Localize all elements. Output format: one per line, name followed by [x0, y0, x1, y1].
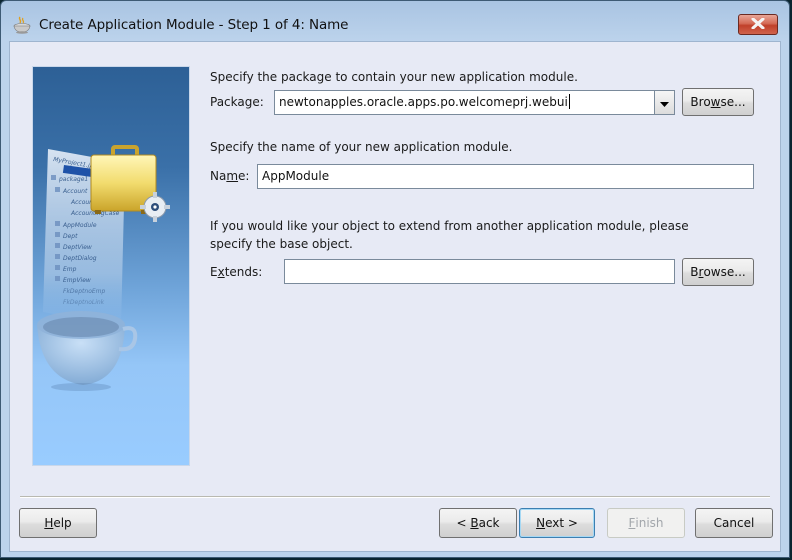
wizard-body: MyProject1.jpr package1 Account AccountI… [9, 41, 781, 552]
svg-text:DeptView: DeptView [63, 244, 92, 251]
browse-label-post: owse... [703, 265, 746, 279]
chevron-down-icon [660, 96, 669, 110]
extends-label-post: tends: [224, 265, 263, 279]
svg-text:FkDeptnoLink: FkDeptnoLink [63, 299, 105, 306]
java-coffee-cup-icon [12, 16, 32, 34]
help-button[interactable]: Help [19, 508, 97, 538]
cancel-button[interactable]: Cancel [695, 508, 773, 538]
window-title: Create Application Module - Step 1 of 4:… [39, 17, 349, 33]
name-input[interactable]: AppModule [257, 164, 754, 189]
svg-text:Emp: Emp [63, 266, 77, 273]
back-label: ack [478, 516, 500, 530]
back-mnemonic: B [470, 516, 479, 530]
coffee-cup-illustration [37, 311, 138, 391]
next-mnemonic: N [536, 516, 546, 530]
help-label: elp [53, 516, 72, 530]
extends-description-line2: specify the base object. [210, 237, 353, 251]
text-caret [568, 94, 570, 109]
extends-label-mnemonic: x [217, 265, 225, 279]
package-input[interactable]: newtonapples.oracle.apps.po.welcomeprj.w… [274, 90, 655, 115]
extends-label: Extends: [210, 265, 262, 279]
name-label-mnemonic: m [226, 169, 239, 183]
svg-text:package1: package1 [58, 176, 88, 183]
next-button[interactable]: Next > [519, 508, 595, 538]
name-label-post: e: [238, 169, 250, 183]
browse-mnemonic: w [710, 95, 721, 109]
svg-text:FkDeptnoEmp: FkDeptnoEmp [63, 288, 106, 295]
finish-label: inish [635, 516, 664, 530]
package-browse-button[interactable]: Bro w se... [682, 88, 754, 116]
extends-label-pre: E [210, 265, 218, 279]
extends-description-line1: If you would like your object to extend … [210, 219, 689, 233]
name-label: Name: [210, 169, 249, 183]
name-value: AppModule [262, 169, 330, 183]
extends-browse-button[interactable]: Br owse... [682, 258, 754, 286]
close-button[interactable] [738, 14, 778, 35]
svg-text:AppModule: AppModule [62, 222, 97, 229]
button-bar-separator [20, 496, 770, 498]
browse-label-post: se... [720, 95, 746, 109]
wizard-illustration: MyProject1.jpr package1 Account AccountI… [32, 66, 190, 466]
browse-label-pre: Bro [690, 95, 711, 109]
cancel-label: Cancel [713, 516, 755, 530]
package-description: Specify the package to contain your new … [210, 70, 578, 84]
package-label: Package: [210, 95, 264, 109]
svg-text:EmpView: EmpView [63, 277, 91, 284]
svg-text:Dept: Dept [63, 233, 78, 240]
back-arrow-text: < [456, 516, 471, 530]
package-value: newtonapples.oracle.apps.po.welcomeprj.w… [279, 95, 568, 109]
finish-button[interactable]: Finish [607, 508, 685, 538]
wizard-window: Create Application Module - Step 1 of 4:… [0, 0, 790, 558]
svg-text:DeptDialog: DeptDialog [63, 255, 97, 262]
name-description: Specify the name of your new application… [210, 140, 513, 154]
title-bar[interactable]: Create Application Module - Step 1 of 4:… [1, 1, 789, 41]
back-button[interactable]: < Back [439, 508, 517, 538]
finish-mnemonic: F [628, 516, 636, 530]
next-label: ext > [545, 516, 578, 530]
package-dropdown-button[interactable] [654, 90, 675, 115]
svg-text:Account: Account [62, 188, 88, 195]
close-icon [751, 17, 765, 32]
browse-label-pre: B [690, 265, 699, 279]
help-mnemonic: H [44, 516, 54, 530]
extends-input[interactable] [284, 259, 675, 284]
name-label-pre: Na [210, 169, 227, 183]
